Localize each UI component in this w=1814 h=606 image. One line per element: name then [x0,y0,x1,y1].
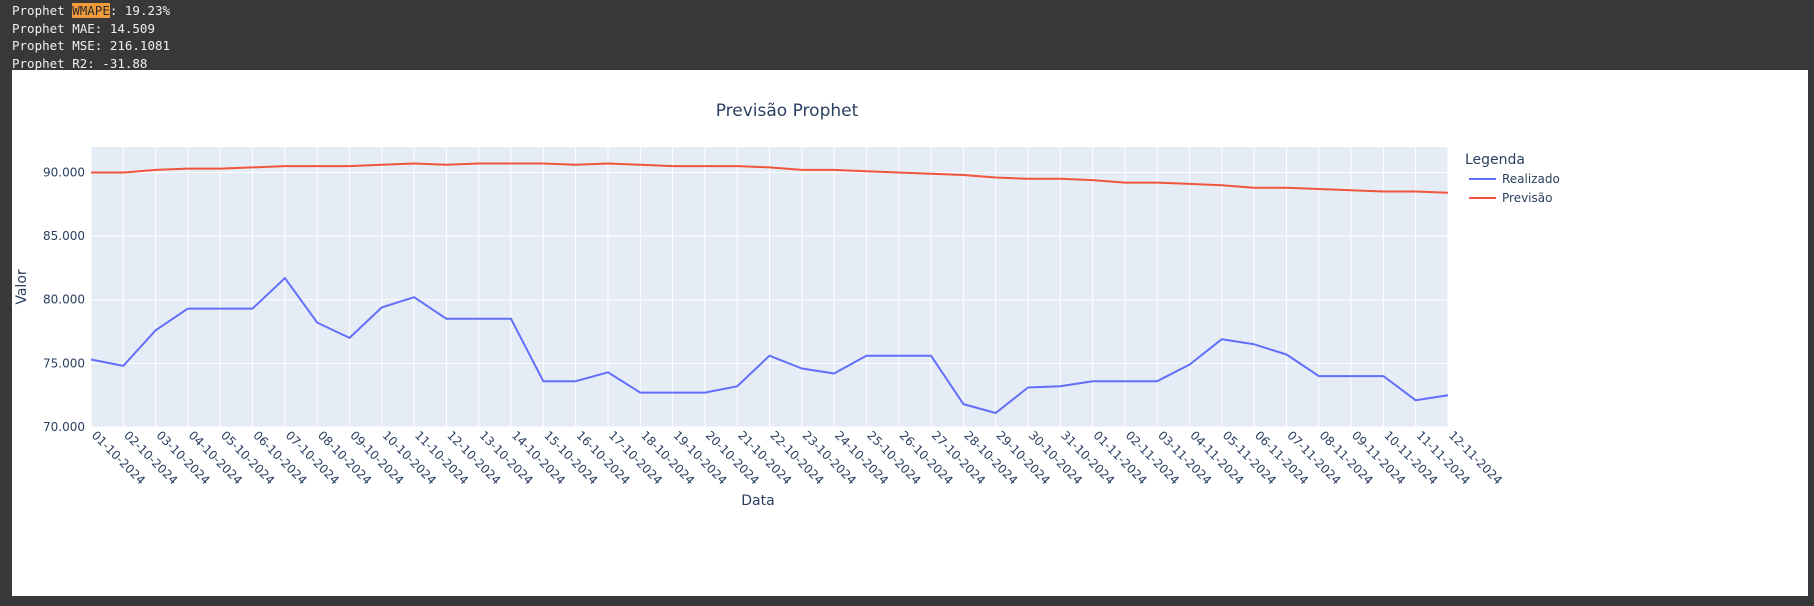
y-tick-label: 90.000 [43,165,85,179]
y-tick-label: 85.000 [43,229,85,243]
y-tick-label: 75.000 [43,356,85,370]
y-axis-title: Valor [14,269,30,305]
console-output: Prophet WMAPE: 19.23% Prophet MAE: 14.50… [12,2,170,72]
forecast-chart: 70.000 75.000 80.000 85.000 90.000 01-10-202… [14,101,1560,509]
legend-item-label: Previsão [1502,191,1552,205]
legend-title: Legenda [1465,152,1525,168]
y-tick-label: 80.000 [43,293,85,307]
x-axis-title: Data [741,493,774,509]
wmape-highlight: WMAPE [72,3,110,18]
legend[interactable]: Legenda Realizado Previsão [1465,152,1560,205]
wmape-line: Prophet WMAPE: 19.23% [12,2,170,20]
legend-item-label: Realizado [1502,172,1560,186]
y-tick-label: 70.000 [43,420,85,434]
wmape-value: : 19.23% [109,3,171,18]
plot-container: 70.000 75.000 80.000 85.000 90.000 01-10-202… [12,70,1808,596]
chart-title: Previsão Prophet [716,101,859,121]
mae-line: Prophet MAE: 14.509 [12,20,155,36]
y-axis: 70.000 75.000 80.000 85.000 90.000 [43,165,85,434]
wmape-prefix: Prophet [12,3,73,18]
mse-line: Prophet MSE: 216.1081 [12,38,171,53]
x-axis: 01-10-202402-10-202403-10-202404-10-2024… [89,428,1505,487]
